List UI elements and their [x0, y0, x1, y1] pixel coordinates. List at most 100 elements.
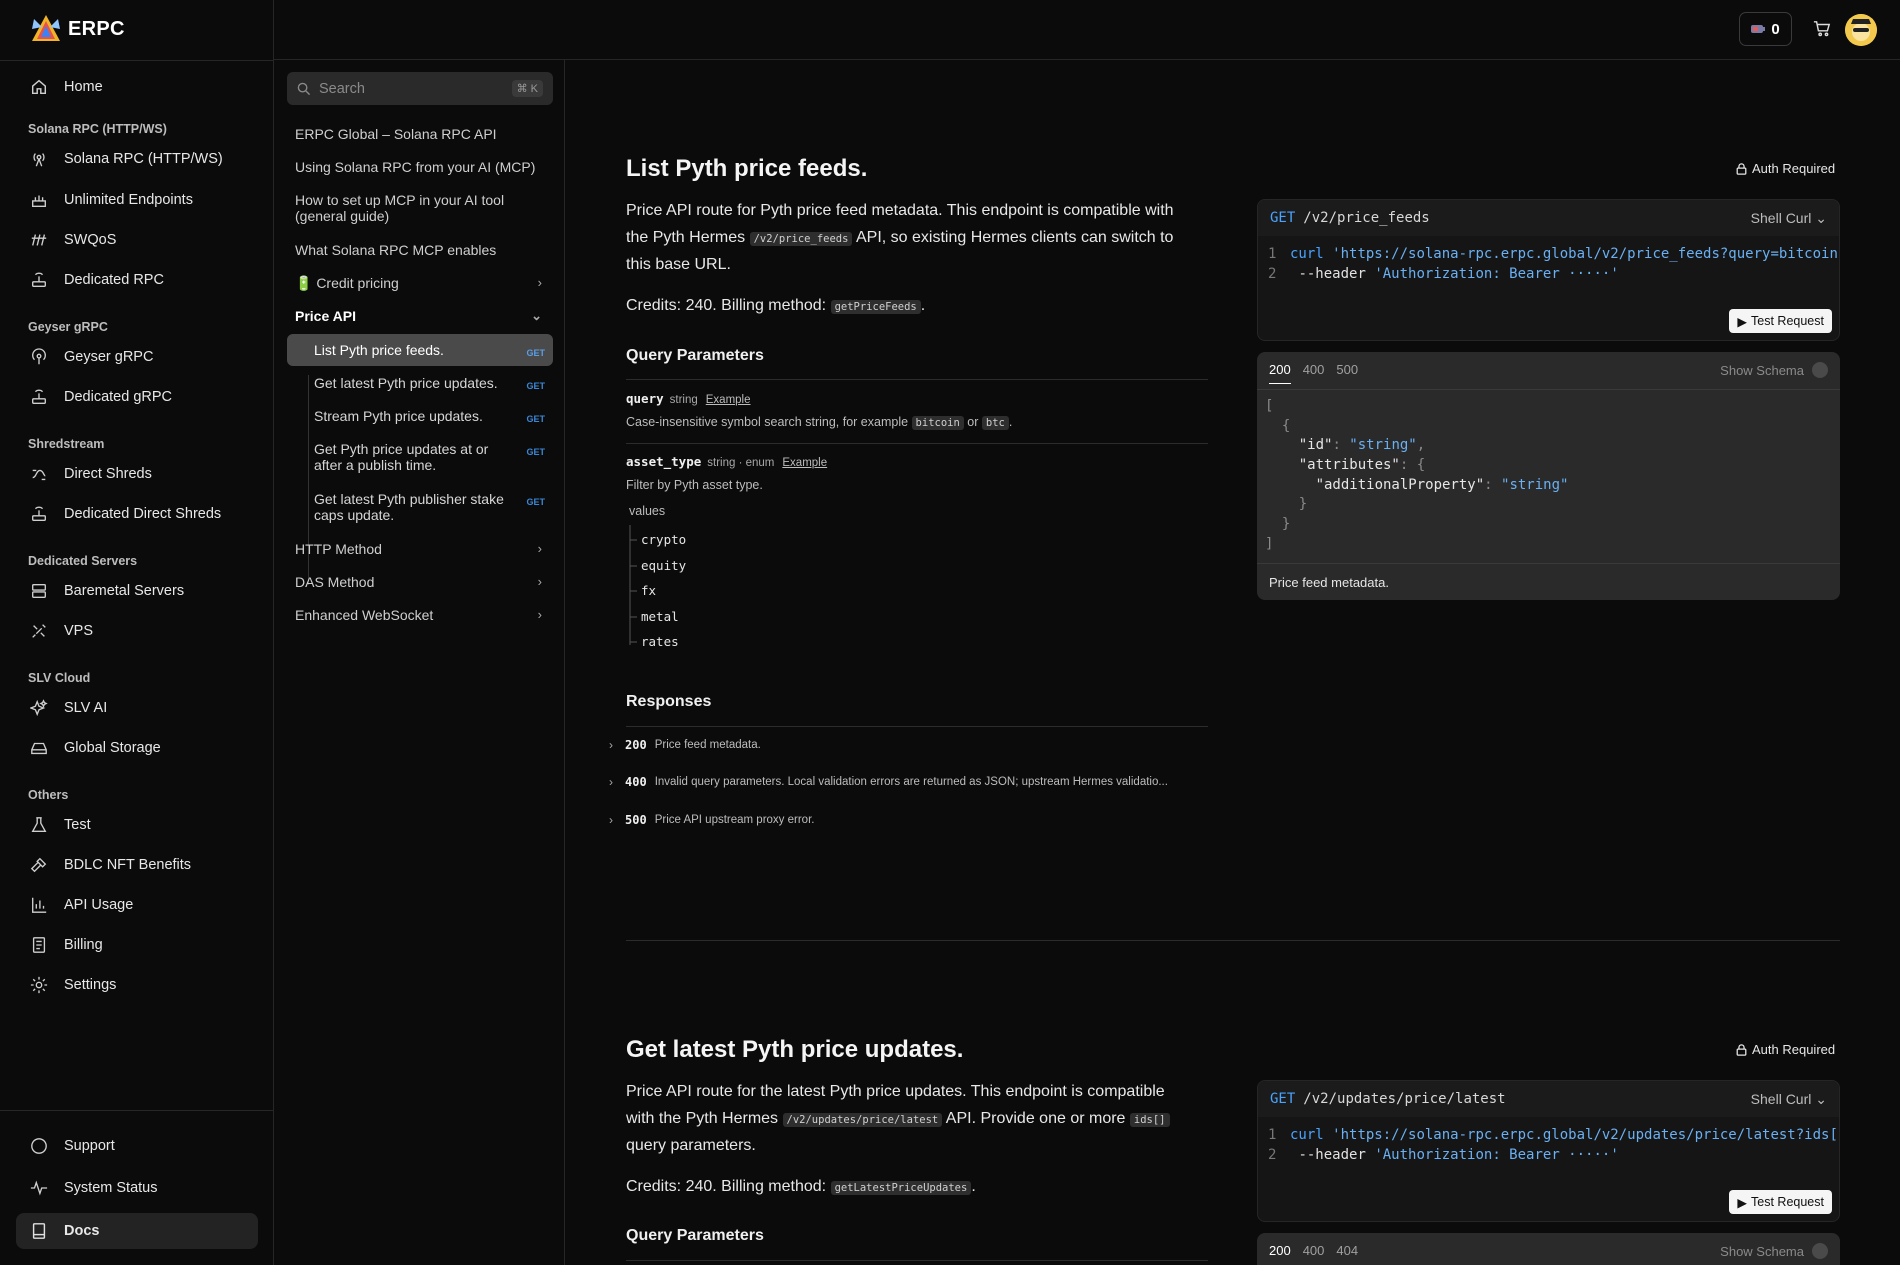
sidebar-item-api-usage[interactable]: API Usage: [28, 889, 258, 921]
nav-sub-list-price-feeds[interactable]: List Pyth price feeds. GET: [287, 334, 553, 366]
avatar[interactable]: [1845, 14, 1877, 46]
param-description: Case-insensitive symbol search string, f…: [626, 415, 1013, 430]
nav-item-http-method[interactable]: HTTP Method ›: [295, 541, 550, 557]
nav-item-enhanced-websocket[interactable]: Enhanced WebSocket ›: [295, 607, 550, 623]
request-panel-header: GET /v2/updates/price/latest Shell Curl …: [1258, 1081, 1839, 1117]
sidebar-item-label: SWQoS: [64, 232, 117, 248]
code-token: 'https://solana-rpc.erpc.global/v2/updat…: [1332, 1127, 1838, 1143]
inline-code: ids[]: [1129, 1112, 1170, 1127]
nav-sub-label: Stream Pyth price updates.: [314, 408, 483, 424]
nav-item-using-mcp[interactable]: Using Solana RPC from your AI (MCP): [295, 159, 550, 175]
endpoint-path: /v2/updates/price/latest: [1303, 1091, 1506, 1107]
tab-500[interactable]: 500: [1336, 362, 1358, 384]
sidebar-item-bdlc-nft-benefits[interactable]: BDLC NFT Benefits: [28, 849, 258, 881]
sidebar-item-label: Solana RPC (HTTP/WS): [64, 151, 223, 167]
logo-text: ERPC: [68, 17, 125, 40]
sidebar-item-geyser-grpc[interactable]: Geyser gRPC: [28, 341, 258, 373]
endpoint-title: Get latest Pyth price updates.: [626, 1036, 964, 1063]
enum-value: metal: [641, 609, 679, 624]
cart-icon[interactable]: [1813, 20, 1831, 38]
test-request-button[interactable]: ▶ Test Request: [1729, 309, 1832, 333]
sidebar-item-global-storage[interactable]: Global Storage: [28, 732, 258, 764]
sidebar-item-dedicated-grpc[interactable]: Dedicated gRPC: [28, 381, 258, 413]
response-row-200[interactable]: › 200 Price feed metadata.: [609, 735, 1209, 755]
sidebar-item-solana-rpc[interactable]: Solana RPC (HTTP/WS): [28, 143, 258, 175]
sidebar-item-docs[interactable]: Docs: [16, 1213, 258, 1249]
sidebar-item-system-status[interactable]: System Status: [28, 1172, 258, 1204]
sidebar-item-test[interactable]: Test: [28, 809, 258, 841]
nav-sub-stream-price-updates[interactable]: Stream Pyth price updates. GET: [287, 408, 553, 424]
sidebar-item-dedicated-direct-shreds[interactable]: Dedicated Direct Shreds: [28, 498, 258, 530]
nav-sub-publisher-stake-caps[interactable]: Get latest Pyth publisher stake caps upd…: [287, 491, 553, 523]
enum-values-label: values: [629, 504, 666, 518]
sidebar-item-support[interactable]: Support: [28, 1130, 258, 1162]
bars-slant-icon: [28, 229, 50, 251]
sidebar-item-vps[interactable]: VPS: [28, 615, 258, 647]
sidebar-item-label: Docs: [64, 1223, 100, 1239]
nav-sub-price-updates-at-time[interactable]: Get Pyth price updates at or after a pub…: [287, 441, 553, 473]
sidebar-item-label: Direct Shreds: [64, 466, 152, 482]
sidebar-item-baremetal-servers[interactable]: Baremetal Servers: [28, 575, 258, 607]
example-link[interactable]: Example: [706, 394, 751, 406]
show-schema-toggle[interactable]: Show Schema: [1720, 362, 1828, 378]
router-icon: [28, 386, 50, 408]
chevron-right-icon: ›: [609, 775, 613, 789]
response-row-500[interactable]: › 500 Price API upstream proxy error.: [609, 810, 1209, 830]
toggle-label: Show Schema: [1720, 362, 1804, 378]
tab-400[interactable]: 400: [1303, 362, 1325, 384]
request-example-panel: GET /v2/updates/price/latest Shell Curl …: [1257, 1080, 1840, 1222]
button-label: Test Request: [1751, 314, 1824, 328]
tab-404[interactable]: 404: [1336, 1243, 1358, 1264]
query-parameters-title: Query Parameters: [626, 347, 764, 364]
credit-balance-button[interactable]: 0: [1739, 12, 1792, 46]
language-select[interactable]: Shell Curl ⌄: [1751, 210, 1827, 227]
json-line: }: [1265, 496, 1308, 512]
tab-200[interactable]: 200: [1269, 362, 1291, 384]
sparkles-icon: [28, 697, 50, 719]
response-example-panel: 200 400 500 Show Schema [ { "id": "strin…: [1257, 352, 1840, 600]
nav-item-erpc-global[interactable]: ERPC Global – Solana RPC API: [295, 126, 550, 142]
tab-200[interactable]: 200: [1269, 1243, 1291, 1264]
json-line: "attributes": {: [1265, 457, 1426, 473]
sidebar-item-label: Global Storage: [64, 740, 161, 756]
sidebar-item-slv-ai[interactable]: SLV AI: [28, 692, 258, 724]
sidebar-item-label: SLV AI: [64, 700, 108, 716]
sidebar-item-swqos[interactable]: SWQoS: [28, 224, 258, 256]
sidebar-item-dedicated-rpc[interactable]: Dedicated RPC: [28, 264, 258, 296]
play-icon: ▶: [1737, 1195, 1748, 1210]
nav-item-price-api[interactable]: Price API ⌄: [295, 308, 550, 324]
test-request-button[interactable]: ▶ Test Request: [1729, 1190, 1832, 1214]
auth-required-badge: Auth Required: [1736, 1042, 1835, 1057]
param-asset-type: asset_type string · enum Example: [626, 453, 827, 471]
response-code: 500: [625, 813, 647, 827]
response-code: 400: [625, 775, 647, 789]
nav-item-mcp-guide[interactable]: How to set up MCP in your AI tool (gener…: [295, 192, 515, 224]
example-link[interactable]: Example: [782, 457, 827, 469]
docs-search-input[interactable]: Search ⌘ K: [287, 72, 553, 105]
enum-tree-lines: [629, 525, 637, 645]
nav-item-mcp-enables[interactable]: What Solana RPC MCP enables: [295, 242, 550, 258]
nav-sub-latest-price-updates[interactable]: Get latest Pyth price updates. GET: [287, 375, 553, 391]
sidebar-item-billing[interactable]: Billing: [28, 929, 258, 961]
param-name: asset_type: [626, 454, 702, 469]
divider: [1257, 389, 1840, 390]
tab-400[interactable]: 400: [1303, 1243, 1325, 1264]
response-row-400[interactable]: › 400 Invalid query parameters. Local va…: [609, 772, 1209, 792]
sidebar-item-home[interactable]: Home: [28, 71, 258, 103]
enum-value: crypto: [641, 532, 687, 547]
logo[interactable]: ERPC: [30, 13, 125, 45]
sidebar-item-unlimited-endpoints[interactable]: Unlimited Endpoints: [28, 184, 258, 216]
sidebar-item-settings[interactable]: Settings: [28, 969, 258, 1001]
language-select[interactable]: Shell Curl ⌄: [1751, 1091, 1827, 1108]
desc-text: Price API route for Pyth price feed meta…: [626, 202, 1174, 219]
sidebar-group-title: Dedicated Servers: [28, 554, 138, 568]
nav-item-credit-pricing[interactable]: 🔋 Credit pricing ›: [295, 275, 550, 291]
code-token: --header: [1298, 266, 1366, 282]
endpoint-description: Price API route for Pyth price feed meta…: [626, 198, 1216, 279]
nav-item-das-method[interactable]: DAS Method ›: [295, 574, 550, 590]
billing-method: getPriceFeeds: [830, 300, 921, 314]
json-line: "additionalProperty": "string": [1265, 477, 1569, 493]
show-schema-toggle[interactable]: Show Schema: [1720, 1243, 1828, 1259]
sidebar-item-direct-shreds[interactable]: Direct Shreds: [28, 458, 258, 490]
desc-text: query parameters.: [626, 1137, 756, 1154]
